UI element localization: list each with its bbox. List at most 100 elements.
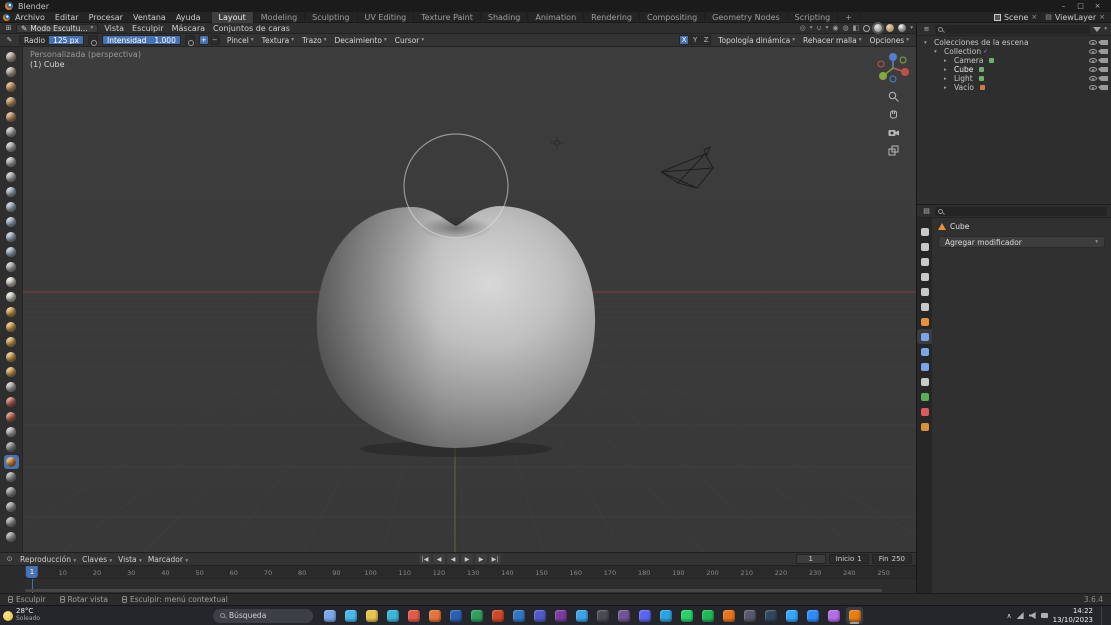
network-icon[interactable]	[1016, 612, 1024, 619]
taskbar-app-github-desktop[interactable]	[615, 607, 632, 624]
scene-selector[interactable]: Scene ×	[993, 13, 1037, 22]
brush-tool-smooth[interactable]	[4, 185, 19, 199]
shading-material-icon[interactable]	[886, 24, 895, 32]
properties-tab-modifiers[interactable]	[917, 329, 932, 344]
workspace-tab-layout[interactable]: Layout	[211, 11, 254, 23]
taskbar-app-outlook[interactable]	[510, 607, 527, 624]
brush-tool-flatten[interactable]	[4, 200, 19, 214]
brush-tool-thumb[interactable]	[4, 320, 19, 334]
taskbar-app-terminal[interactable]	[594, 607, 611, 624]
pan-hand-icon[interactable]	[887, 108, 900, 121]
volume-icon[interactable]	[1028, 612, 1036, 619]
navigation-gizmo[interactable]	[876, 51, 910, 85]
brush-tool-grab[interactable]	[4, 275, 19, 289]
viewlayer-unlink-icon[interactable]: ×	[1099, 13, 1105, 21]
brush-tool-clay-strips[interactable]	[4, 95, 19, 109]
outliner-row-colecciones-de-la-escena[interactable]: ▾ Colecciones de la escena	[917, 38, 1111, 47]
workspace-tab-shading[interactable]: Shading	[481, 11, 529, 23]
hide-viewport-icon[interactable]	[1089, 40, 1097, 45]
menu-archivo[interactable]: Archivo	[10, 13, 50, 22]
timeline-scrollbar[interactable]	[25, 589, 882, 592]
taskbar-app-telegram[interactable]	[657, 607, 674, 624]
workspace-tab-scripting[interactable]: Scripting	[788, 11, 839, 23]
outliner-search[interactable]	[935, 24, 1091, 34]
viewport-menu-m-scara[interactable]: Máscara	[168, 24, 209, 33]
workspace-tab-rendering[interactable]: Rendering	[584, 11, 641, 23]
radius-slider[interactable]: Radio 125 px	[19, 35, 84, 45]
window-control-close[interactable]: ×	[1089, 0, 1106, 12]
brush-tool-crease[interactable]	[4, 170, 19, 184]
playback-jump-start[interactable]: |◀	[419, 554, 431, 564]
taskbar-app-photoshop[interactable]	[783, 607, 800, 624]
brush-tool-clay-thumb[interactable]	[4, 110, 19, 124]
expand-arrow-icon[interactable]: ▾	[924, 40, 930, 46]
brush-tool-box-mask[interactable]	[4, 485, 19, 499]
timeline-menu-reproducci-n[interactable]: Reproducción ▾	[17, 555, 79, 564]
scene-unlink-icon[interactable]: ×	[1031, 13, 1037, 21]
expand-arrow-icon[interactable]: ▸	[944, 58, 950, 64]
taskbar-app-spotify[interactable]	[699, 607, 716, 624]
taskbar-app-onenote[interactable]	[552, 607, 569, 624]
window-control-maximize[interactable]: □	[1072, 0, 1089, 12]
taskbar-app-word[interactable]	[447, 607, 464, 624]
timeline-editor-icon[interactable]: ⊙	[4, 555, 15, 563]
mirror-axis-x[interactable]: X	[679, 35, 690, 45]
viewport-menu-esculpir[interactable]: Esculpir	[128, 24, 168, 33]
properties-tab-tool[interactable]	[917, 224, 932, 239]
properties-search[interactable]	[935, 206, 1107, 216]
brush-tool-clay[interactable]	[4, 80, 19, 94]
taskbar-app-krita[interactable]	[825, 607, 842, 624]
shading-rendered-icon[interactable]	[898, 24, 907, 32]
brush-tool-draw-face-sets[interactable]	[3, 455, 19, 469]
battery-icon[interactable]	[1040, 613, 1048, 618]
perspective-toggle-icon[interactable]	[887, 144, 900, 157]
taskbar-app-firefox[interactable]	[426, 607, 443, 624]
playback-jump-end[interactable]: ▶|	[489, 554, 501, 564]
transform-orientation-icon[interactable]: ◎	[800, 24, 806, 32]
workspace-tab-sculpting[interactable]: Sculpting	[305, 11, 358, 23]
brush-tool-simplify[interactable]	[4, 425, 19, 439]
timeline-menu-marcador[interactable]: Marcador ▾	[145, 555, 191, 564]
viewlayer-selector[interactable]: ▤ ViewLayer ×	[1045, 13, 1105, 22]
collection-checkbox[interactable]: ✓	[983, 48, 988, 55]
current-frame-field[interactable]: 1	[795, 554, 826, 564]
brush-tool-snake-hook[interactable]	[4, 305, 19, 319]
tool-dropdown-textura[interactable]: Textura ▾	[259, 35, 297, 45]
playback-play-reverse[interactable]: ◀	[447, 554, 459, 564]
tool-dropdown-decaimiento[interactable]: Decaimiento ▾	[331, 35, 389, 45]
zoom-icon[interactable]	[887, 90, 900, 103]
outliner-editor-icon[interactable]: ≡	[921, 25, 932, 33]
hide-viewport-icon[interactable]	[1089, 58, 1097, 63]
taskbar-app-blender[interactable]	[846, 607, 863, 624]
menu-ventana[interactable]: Ventana	[128, 13, 171, 22]
timeline-menu-vista[interactable]: Vista ▾	[115, 555, 145, 564]
shading-wireframe-icon[interactable]	[863, 24, 871, 32]
menu-procesar[interactable]: Procesar	[84, 13, 128, 22]
workspace-tab-texture-paint[interactable]: Texture Paint	[414, 11, 481, 23]
playback-next-keyframe[interactable]: ▶	[475, 554, 487, 564]
frame-end-field[interactable]: Fin 250	[871, 554, 912, 564]
taskbar-app-task-view[interactable]	[321, 607, 338, 624]
frame-start-field[interactable]: Inicio 1	[828, 554, 869, 564]
playback-prev-keyframe[interactable]: ◀	[433, 554, 445, 564]
editor-type-icon[interactable]: ⊞	[3, 24, 14, 32]
hide-render-icon[interactable]	[1098, 67, 1108, 72]
brush-tool-blob[interactable]	[4, 155, 19, 169]
tool-dropdown-pincel[interactable]: Pincel ▾	[224, 35, 257, 45]
chevron-down-icon[interactable]: ▾	[1104, 26, 1107, 32]
tool-dropdown-cursor[interactable]: Cursor ▾	[392, 35, 427, 45]
mode-dropdown[interactable]: ✎ Modo Escultu... ▾	[16, 23, 99, 33]
properties-tab-output[interactable]	[917, 254, 932, 269]
brush-tool-line-project[interactable]	[4, 515, 19, 529]
snap-magnet-icon[interactable]: ∪	[817, 24, 822, 32]
taskbar-app-steam[interactable]	[762, 607, 779, 624]
taskbar-app-vscode[interactable]	[573, 607, 590, 624]
hide-viewport-icon[interactable]	[1089, 67, 1097, 72]
taskbar-app-vlc[interactable]	[720, 607, 737, 624]
viewport-3d[interactable]: Personalizada (perspectiva) (1) Cube	[0, 47, 916, 552]
brush-tool-pinch[interactable]	[4, 260, 19, 274]
strength-pressure-icon[interactable]	[184, 35, 195, 46]
viewport-menu-conjuntos-de-caras[interactable]: Conjuntos de caras	[209, 24, 294, 33]
properties-tab-physics[interactable]	[917, 359, 932, 374]
hide-render-icon[interactable]	[1098, 49, 1108, 54]
